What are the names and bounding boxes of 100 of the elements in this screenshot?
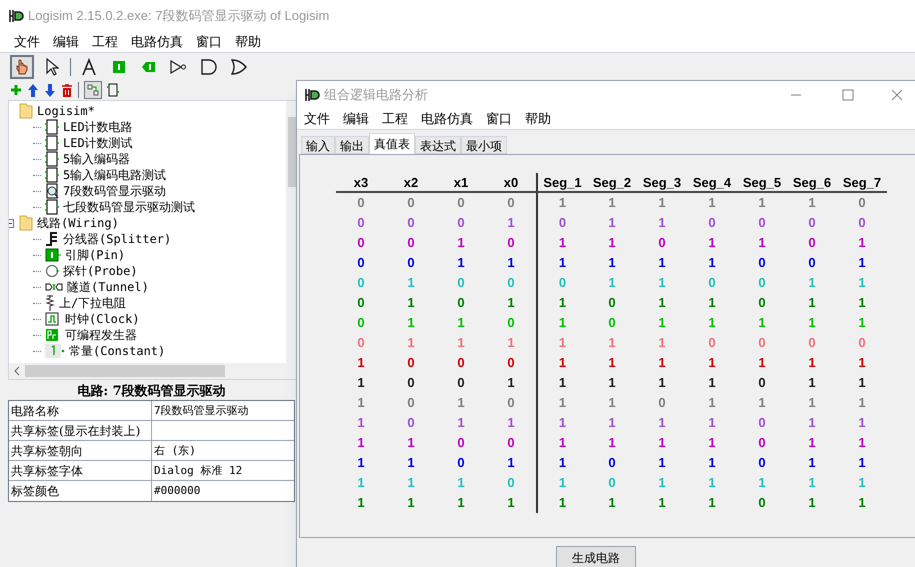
table-cell[interactable]: 0 — [536, 213, 587, 233]
table-cell[interactable]: 1 — [386, 493, 436, 513]
table-cell[interactable]: 1 — [687, 433, 737, 453]
table-cell[interactable]: 1 — [787, 433, 837, 453]
menu-item[interactable]: 电路仿真 — [421, 108, 473, 128]
tree-item[interactable]: 5输入编码电路测试 — [63, 167, 166, 183]
table-cell[interactable]: 1 — [787, 453, 837, 473]
table-cell[interactable]: 1 — [637, 493, 687, 513]
table-cell[interactable]: 0 — [436, 373, 486, 393]
table-cell[interactable]: 1 — [536, 393, 587, 413]
tree-item[interactable]: 5输入编码器 — [63, 151, 130, 167]
table-cell[interactable]: 0 — [386, 193, 436, 213]
menu-item[interactable]: 文件 — [304, 108, 330, 128]
table-cell[interactable]: 1 — [687, 413, 737, 433]
table-cell[interactable]: 1 — [837, 453, 887, 473]
table-cell[interactable]: 1 — [787, 193, 837, 213]
generate-circuit-button[interactable]: 生成电路 — [556, 546, 636, 567]
table-cell[interactable]: 1 — [536, 413, 587, 433]
table-cell[interactable]: 1 — [587, 333, 637, 353]
table-cell[interactable]: 1 — [787, 493, 837, 513]
table-cell[interactable]: 1 — [687, 493, 737, 513]
table-cell[interactable]: 0 — [386, 213, 436, 233]
table-cell[interactable]: 1 — [587, 353, 637, 373]
table-cell[interactable]: 1 — [837, 493, 887, 513]
table-cell[interactable]: 0 — [336, 193, 386, 213]
table-cell[interactable]: 1 — [587, 373, 637, 393]
table-cell[interactable]: 1 — [787, 393, 837, 413]
table-cell[interactable]: 1 — [837, 413, 887, 433]
table-cell[interactable]: 1 — [587, 193, 637, 213]
table-cell[interactable]: 1 — [536, 193, 587, 213]
table-cell[interactable]: 1 — [536, 333, 587, 353]
property-value[interactable]: #000000 — [152, 481, 202, 501]
table-cell[interactable]: 1 — [587, 233, 637, 253]
table-cell[interactable]: 1 — [486, 253, 536, 273]
table-cell[interactable]: 1 — [536, 353, 587, 373]
property-value[interactable]: 7段数码管显示驱动 — [152, 401, 251, 420]
table-cell[interactable]: 1 — [386, 433, 436, 453]
table-cell[interactable]: 0 — [837, 193, 887, 213]
down-arrow-icon[interactable] — [44, 84, 56, 96]
table-cell[interactable]: 1 — [837, 373, 887, 393]
table-cell[interactable]: 1 — [587, 253, 637, 273]
table-cell[interactable]: 0 — [436, 433, 486, 453]
tab[interactable]: 表达式 — [415, 136, 461, 154]
table-cell[interactable]: 1 — [336, 373, 386, 393]
tab[interactable]: 输入 — [301, 136, 335, 154]
table-cell[interactable]: 1 — [737, 393, 787, 413]
table-cell[interactable]: 0 — [837, 333, 887, 353]
table-cell[interactable]: 0 — [737, 373, 787, 393]
menu-item[interactable]: 窗口 — [196, 32, 222, 52]
table-cell[interactable]: 1 — [687, 393, 737, 413]
table-cell[interactable]: 1 — [436, 493, 486, 513]
close-icon[interactable] — [891, 88, 903, 100]
table-cell[interactable]: 0 — [737, 213, 787, 233]
table-cell[interactable]: 1 — [436, 413, 486, 433]
table-cell[interactable]: 0 — [336, 213, 386, 233]
table-cell[interactable]: 0 — [737, 293, 787, 313]
menu-item[interactable]: 工程 — [92, 32, 118, 52]
table-cell[interactable]: 0 — [386, 253, 436, 273]
table-cell[interactable]: 0 — [436, 293, 486, 313]
tab[interactable]: 真值表 — [369, 133, 415, 154]
table-cell[interactable]: 1 — [637, 413, 687, 433]
table-cell[interactable]: 1 — [687, 233, 737, 253]
table-cell[interactable]: 1 — [486, 413, 536, 433]
table-cell[interactable]: 0 — [737, 253, 787, 273]
table-cell[interactable]: 1 — [637, 333, 687, 353]
table-cell[interactable]: 0 — [486, 233, 536, 253]
tool-button[interactable] — [10, 54, 34, 78]
table-cell[interactable]: 0 — [386, 353, 436, 373]
tree-item[interactable]: Logisim* — [37, 103, 95, 119]
menu-item[interactable]: 电路仿真 — [131, 32, 183, 52]
tree-item[interactable]: 时钟(Clock) — [65, 311, 140, 327]
table-cell[interactable]: 1 — [737, 193, 787, 213]
table-cell[interactable]: 1 — [436, 393, 486, 413]
table-cell[interactable]: 0 — [386, 393, 436, 413]
menu-item[interactable]: 帮助 — [525, 108, 551, 128]
table-cell[interactable]: 1 — [336, 353, 386, 373]
table-cell[interactable]: 1 — [536, 433, 587, 453]
table-cell[interactable]: 1 — [536, 233, 587, 253]
menu-item[interactable]: 窗口 — [486, 108, 512, 128]
table-cell[interactable]: 0 — [336, 253, 386, 273]
table-cell[interactable]: 1 — [687, 353, 737, 373]
table-cell[interactable]: 0 — [336, 293, 386, 313]
tree-item[interactable]: 引脚(Pin) — [65, 247, 126, 263]
table-cell[interactable]: 0 — [386, 373, 436, 393]
table-cell[interactable]: 1 — [687, 193, 737, 213]
layout-toggle[interactable] — [84, 81, 102, 99]
menu-item[interactable]: 帮助 — [235, 32, 261, 52]
table-cell[interactable]: 1 — [687, 293, 737, 313]
maximize-icon[interactable] — [842, 88, 854, 100]
table-cell[interactable]: 1 — [587, 493, 637, 513]
table-cell[interactable]: 0 — [336, 233, 386, 253]
table-cell[interactable]: 1 — [486, 333, 536, 353]
tree-item[interactable]: 分线器(Splitter) — [63, 231, 172, 247]
table-cell[interactable]: 0 — [737, 433, 787, 453]
table-cell[interactable]: 0 — [787, 253, 837, 273]
table-cell[interactable]: 0 — [687, 333, 737, 353]
table-cell[interactable]: 1 — [436, 233, 486, 253]
tab[interactable]: 最小项 — [461, 136, 507, 154]
table-cell[interactable]: 0 — [737, 453, 787, 473]
table-cell[interactable]: 1 — [787, 293, 837, 313]
